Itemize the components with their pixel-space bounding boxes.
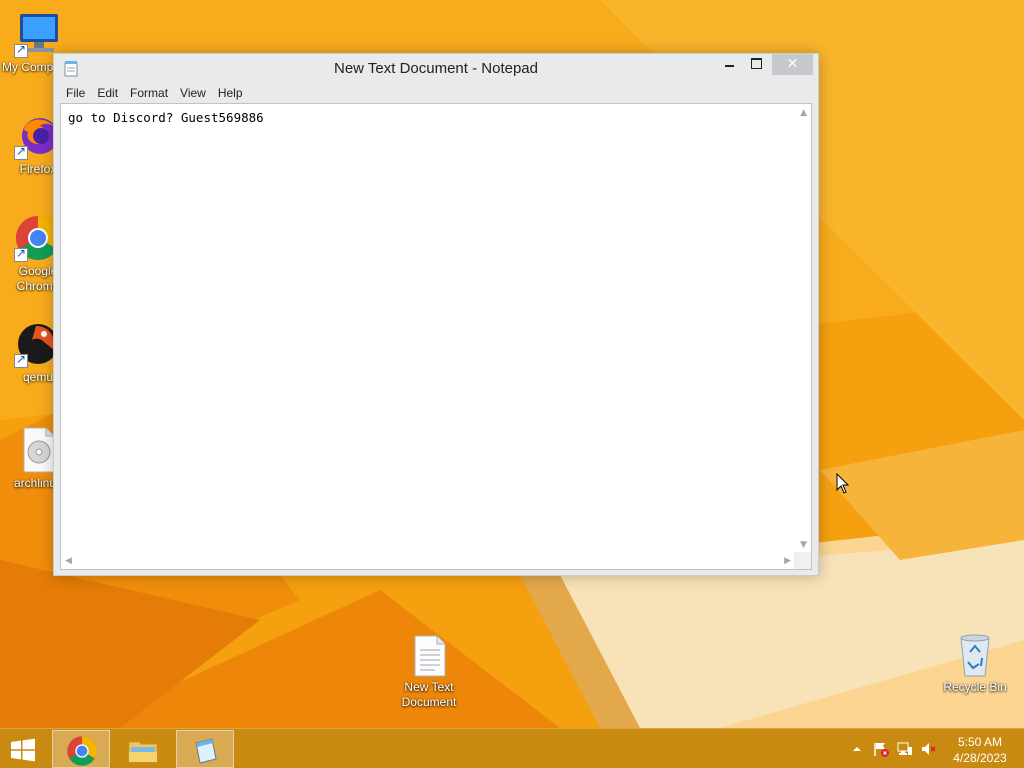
mouse-cursor-icon [836,472,850,499]
taskbar-file-explorer-button[interactable] [114,730,172,768]
editor-content[interactable]: go to Discord? Guest569886 [68,110,264,125]
horizontal-scrollbar[interactable]: ◀ ▶ [61,552,794,569]
title-bar[interactable]: New Text Document - Notepad ✕ [54,54,818,83]
volume-muted-icon[interactable] [921,741,937,757]
desktop-icon-label: New Text Document [401,680,457,709]
notepad-icon [195,738,217,764]
network-icon[interactable] [897,741,913,757]
clock-time: 5:50 AM [957,735,1003,749]
notepad-window[interactable]: New Text Document - Notepad ✕ File Edit … [53,53,819,576]
menu-bar: File Edit Format View Help [60,83,249,103]
desktop-icon-new-text-document[interactable]: New Text Document [389,634,469,710]
menu-help[interactable]: Help [212,83,249,103]
windows-logo-icon [11,738,35,762]
size-grip[interactable] [794,552,811,569]
shortcut-arrow-icon [14,352,28,368]
taskbar-chrome-button[interactable] [52,730,110,768]
text-editor[interactable]: go to Discord? Guest569886 ▲ ▼ ◀ ▶ [60,103,812,570]
shortcut-arrow-icon [14,246,28,262]
scroll-down-icon[interactable]: ▼ [800,540,807,550]
chrome-icon [67,736,97,766]
close-button[interactable]: ✕ [772,54,813,75]
taskbar: 5:50 AM 4/28/2023 [0,728,1024,768]
shortcut-arrow-icon [14,42,28,58]
menu-view[interactable]: View [174,83,212,103]
clock-date: 4/28/2023 [953,751,1007,765]
start-button[interactable] [4,737,40,763]
recycle-bin-icon [955,632,995,678]
menu-edit[interactable]: Edit [91,83,124,103]
taskbar-notepad-button[interactable] [176,730,234,768]
chevron-up-icon[interactable] [851,741,867,757]
menu-format[interactable]: Format [124,83,174,103]
maximize-button[interactable] [743,54,769,75]
desktop-icon-recycle-bin[interactable]: Recycle Bin [935,632,1015,695]
scroll-up-icon[interactable]: ▲ [800,108,807,118]
menu-file[interactable]: File [60,83,91,103]
close-icon: ✕ [786,56,799,72]
text-document-icon [409,634,449,678]
scroll-left-icon[interactable]: ◀ [65,556,72,566]
vertical-scrollbar[interactable]: ▲ ▼ [794,104,811,553]
taskbar-clock[interactable]: 5:50 AM 4/28/2023 [944,734,1016,766]
minimize-button[interactable] [717,54,743,75]
window-title: New Text Document - Notepad [334,60,538,77]
desktop-icon-label: Recycle Bin [943,680,1007,694]
folder-icon [128,741,158,763]
action-center-flag-icon[interactable] [873,741,889,757]
computer-icon [14,10,62,58]
scroll-right-icon[interactable]: ▶ [784,556,791,566]
shortcut-arrow-icon [14,144,28,160]
